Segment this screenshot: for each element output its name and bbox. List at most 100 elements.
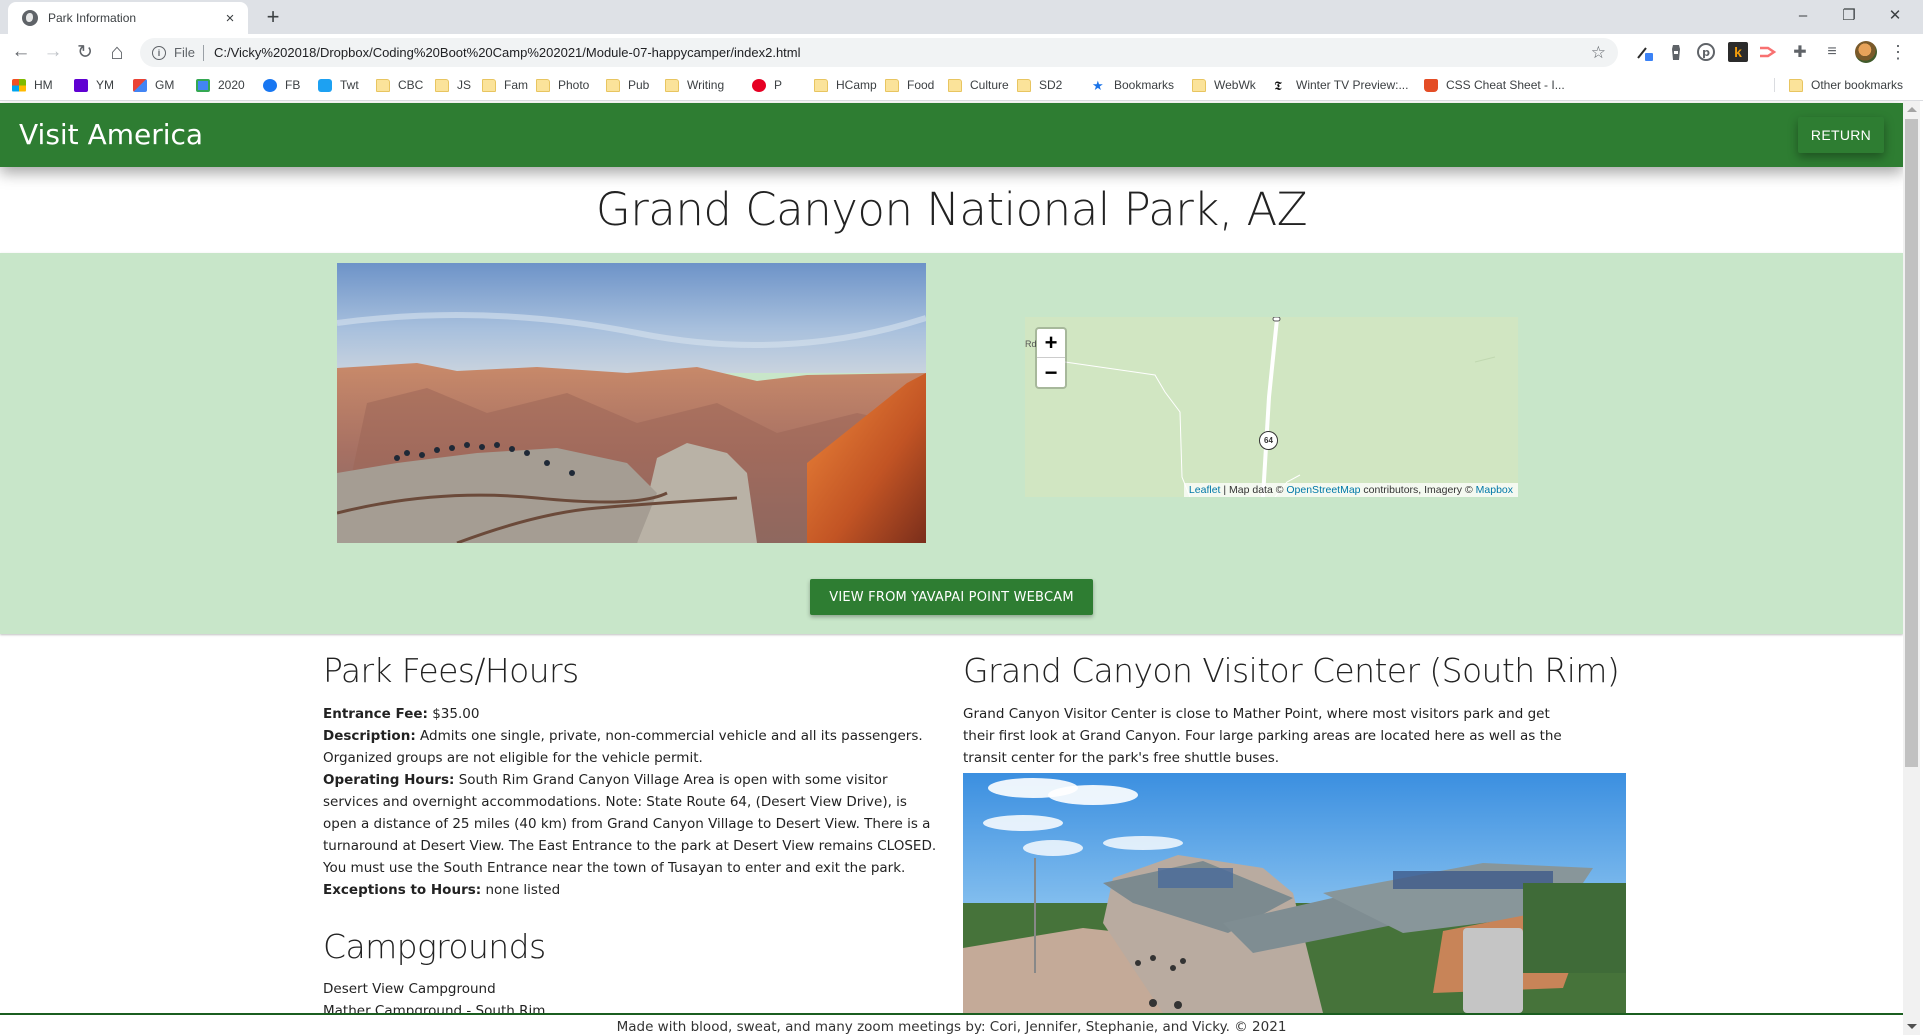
bookmark-2020[interactable]: 2020 xyxy=(196,78,245,92)
address-bar[interactable]: i File C:/Vicky%202018/Dropbox/Coding%20… xyxy=(140,38,1618,67)
page-scrollbar[interactable] xyxy=(1903,101,1920,1035)
zoom-out-button[interactable]: − xyxy=(1037,358,1065,387)
bookmark-hm[interactable]: HM xyxy=(12,78,53,92)
folder-icon xyxy=(1017,78,1031,92)
pinterest-extension-icon[interactable]: p xyxy=(1696,42,1716,62)
folder-icon xyxy=(376,78,390,92)
url-input[interactable]: C:/Vicky%202018/Dropbox/Coding%20Boot%20… xyxy=(214,45,1591,60)
minimize-button[interactable]: – xyxy=(1780,0,1826,30)
bookmark-pub[interactable]: Pub xyxy=(606,78,649,92)
bookmark-webwk[interactable]: WebWk xyxy=(1192,78,1256,92)
page-viewport: Visit America RETURN Grand Canyon Nation… xyxy=(0,101,1903,1035)
bookmark-label: CBC xyxy=(398,78,424,92)
bookmark-label: HM xyxy=(34,78,53,92)
home-button[interactable]: ⌂ xyxy=(104,39,130,65)
bookmark-winter-tv-preview[interactable]: 𝕿 Winter TV Preview:... xyxy=(1274,78,1408,92)
puzzle-extensions-icon[interactable]: ✚ xyxy=(1790,42,1810,62)
folder-icon xyxy=(665,78,679,92)
bookmark-label: Culture xyxy=(970,78,1009,92)
new-tab-button[interactable]: + xyxy=(260,4,286,30)
attribution-text: | Map data © xyxy=(1220,484,1287,496)
hours-label: Operating Hours: xyxy=(323,771,455,788)
fee-description: Description: Admits one single, private,… xyxy=(323,725,943,769)
other-bookmarks[interactable]: Other bookmarks xyxy=(1774,78,1903,92)
lighthouse-extension-icon[interactable] xyxy=(1666,42,1686,62)
visitor-center-photo xyxy=(963,773,1626,1013)
bookmark-label: FB xyxy=(285,78,301,92)
media-queue-icon[interactable]: ≡ xyxy=(1822,42,1842,62)
folder-icon xyxy=(1789,78,1803,92)
eyedropper-extension-icon[interactable] xyxy=(1634,42,1654,62)
bookmark-label: Photo xyxy=(558,78,590,92)
back-button[interactable]: ← xyxy=(8,39,34,65)
forward-button[interactable]: → xyxy=(40,39,66,65)
page-title: Grand Canyon National Park, AZ xyxy=(595,183,1308,236)
k-extension-icon[interactable]: k xyxy=(1728,42,1748,62)
bookmark-css-cheat-sheet-i[interactable]: CSS Cheat Sheet - I... xyxy=(1424,78,1565,92)
visitor-center-description: Grand Canyon Visitor Center is close to … xyxy=(963,705,1562,766)
openstreetmap-link[interactable]: OpenStreetMap xyxy=(1286,484,1360,496)
bookmark-js[interactable]: JS xyxy=(435,78,471,92)
bookmark-label: CSS Cheat Sheet - I... xyxy=(1446,78,1565,92)
bookmark-food[interactable]: Food xyxy=(885,78,934,92)
description-label: Description: xyxy=(323,727,416,744)
park-map[interactable]: Rd + − 64 Leaflet | Map data © OpenStree… xyxy=(1025,317,1518,497)
bookmark-fam[interactable]: Fam xyxy=(482,78,528,92)
bookmark-label: YM xyxy=(96,78,114,92)
exceptions-value: none listed xyxy=(481,881,561,898)
return-button[interactable]: RETURN xyxy=(1798,117,1884,153)
scroll-down-arrow[interactable] xyxy=(1907,1024,1917,1029)
bookmark-sd2[interactable]: SD2 xyxy=(1017,78,1062,92)
bookmark-ym[interactable]: YM xyxy=(74,78,114,92)
bookmark-photo[interactable]: Photo xyxy=(536,78,589,92)
operating-hours: Operating Hours: South Rim Grand Canyon … xyxy=(323,769,943,879)
zoom-in-button[interactable]: + xyxy=(1037,329,1065,358)
nyt-icon: 𝕿 xyxy=(1274,77,1282,93)
bookmark-star-icon[interactable]: ☆ xyxy=(1591,43,1606,63)
fees-details: Entrance Fee: $35.00 Description: Admits… xyxy=(323,703,943,901)
leaflet-link[interactable]: Leaflet xyxy=(1189,484,1221,496)
globe-icon xyxy=(22,10,38,26)
site-header: Visit America RETURN xyxy=(0,103,1903,167)
webcam-button[interactable]: VIEW FROM YAVAPAI POINT WEBCAM xyxy=(810,579,1093,615)
bookmark-p[interactable]: P xyxy=(752,78,782,92)
bookmark-writing[interactable]: Writing xyxy=(665,78,724,92)
mapbox-link[interactable]: Mapbox xyxy=(1476,484,1513,496)
bookmark-label: GM xyxy=(155,78,175,92)
bookmark-culture[interactable]: Culture xyxy=(948,78,1009,92)
folder-icon xyxy=(435,78,449,92)
bookmark-gm[interactable]: GM xyxy=(133,78,174,92)
bookmark-label: Bookmarks xyxy=(1114,78,1175,92)
gmail-icon xyxy=(133,78,147,92)
browser-menu-icon[interactable]: ⋮ xyxy=(1888,42,1908,62)
scroll-up-arrow[interactable] xyxy=(1907,107,1917,112)
bookmarks-bar: Other bookmarks HM YM GM 2020 FB Twt CBC JS Fam P… xyxy=(0,70,1923,101)
bookmark-cbc[interactable]: CBC xyxy=(376,78,423,92)
bookmark-twt[interactable]: Twt xyxy=(318,78,359,92)
restore-button[interactable]: ❐ xyxy=(1826,0,1872,30)
svg-text:p: p xyxy=(1702,46,1710,59)
cast-extension-icon[interactable] xyxy=(1758,42,1778,62)
folder-icon xyxy=(814,78,828,92)
bookmark-hcamp[interactable]: HCamp xyxy=(814,78,877,92)
pinterest-icon xyxy=(752,78,766,92)
hero-section: Rd + − 64 Leaflet | Map data © OpenStree… xyxy=(0,253,1903,634)
reload-button[interactable]: ↻ xyxy=(72,39,98,65)
route-64-shield: 64 xyxy=(1259,431,1278,450)
close-tab-icon[interactable]: × xyxy=(222,10,238,27)
bookmark-bookmarks[interactable]: ★ Bookmarks xyxy=(1092,78,1174,92)
site-brand[interactable]: Visit America xyxy=(19,118,203,151)
profile-avatar[interactable] xyxy=(1855,41,1877,63)
info-icon[interactable]: i xyxy=(152,45,166,60)
scroll-thumb[interactable] xyxy=(1905,119,1918,767)
bookmark-fb[interactable]: FB xyxy=(263,78,300,92)
window-close-button[interactable]: ✕ xyxy=(1872,0,1918,30)
browser-tab[interactable]: Park Information × xyxy=(8,2,248,34)
tab-strip: Park Information × + – ❐ ✕ xyxy=(0,0,1923,34)
site-footer: Made with blood, sweat, and many zoom me… xyxy=(0,1015,1903,1035)
campgrounds-heading: Campgrounds xyxy=(323,926,546,966)
visitor-center-section: Grand Canyon Visitor Center (South Rim) … xyxy=(963,651,1628,769)
microsoft-icon xyxy=(12,78,26,92)
bookmark-label: Writing xyxy=(687,78,725,92)
bookmark-label: P xyxy=(774,78,783,92)
